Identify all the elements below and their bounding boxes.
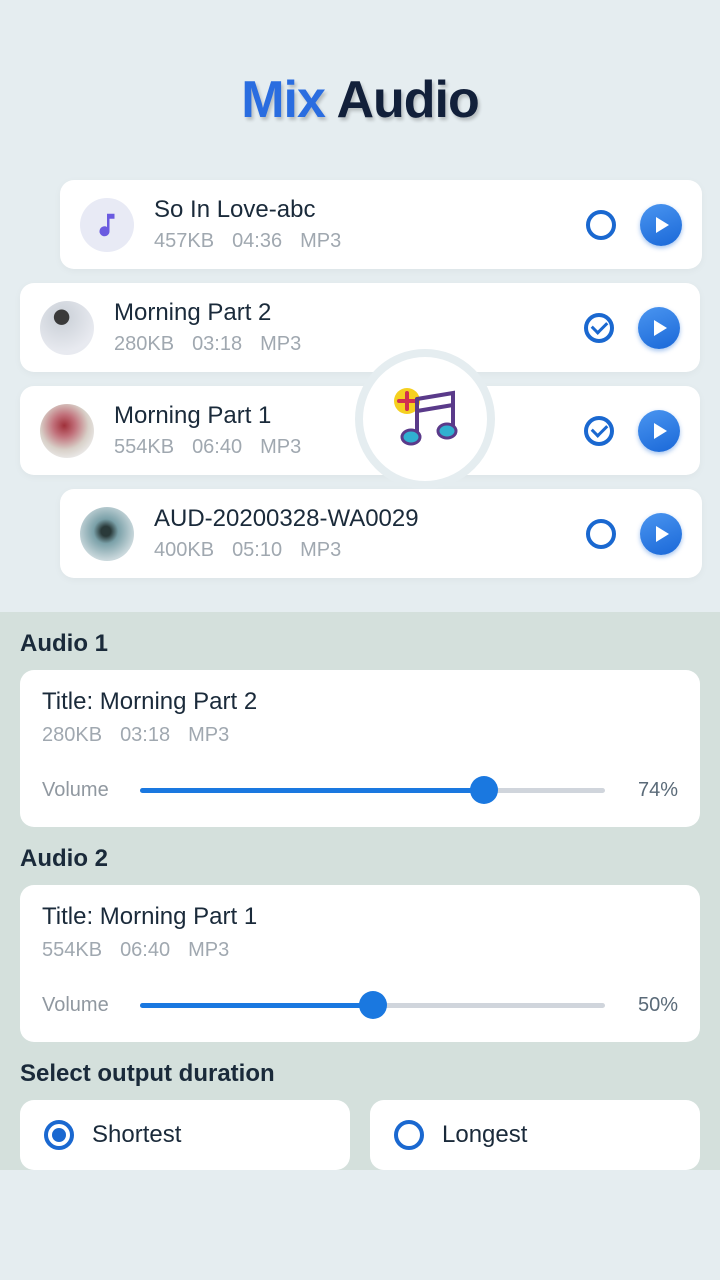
audio1-card: Title: Morning Part 2 280KB03:18MP3 Volu… bbox=[20, 670, 700, 827]
play-button[interactable] bbox=[640, 513, 682, 555]
radio-selected-icon bbox=[44, 1120, 74, 1150]
track-meta: 554KB06:40MP3 bbox=[114, 436, 584, 459]
track-row[interactable]: AUD-20200328-WA0029 400KB05:10MP3 bbox=[60, 489, 702, 578]
track-meta: 457KB04:36MP3 bbox=[154, 230, 586, 253]
track-row[interactable]: So In Love-abc 457KB04:36MP3 bbox=[60, 180, 702, 269]
duration-shortest-option[interactable]: Shortest bbox=[20, 1100, 350, 1170]
track-list: So In Love-abc 457KB04:36MP3 Morning Par… bbox=[0, 180, 720, 578]
volume-label: Volume bbox=[42, 779, 122, 802]
play-button[interactable] bbox=[640, 204, 682, 246]
music-note-icon bbox=[80, 198, 134, 252]
add-music-button[interactable] bbox=[355, 349, 495, 489]
track-title: Morning Part 1 bbox=[114, 402, 584, 430]
volume-value: 50% bbox=[623, 994, 678, 1017]
select-check-icon[interactable] bbox=[584, 313, 614, 343]
audio2-title: Title: Morning Part 1 bbox=[42, 903, 678, 931]
track-title: Morning Part 2 bbox=[114, 299, 584, 327]
audio2-label: Audio 2 bbox=[20, 845, 700, 873]
volume-slider[interactable] bbox=[140, 775, 605, 805]
volume-value: 74% bbox=[623, 779, 678, 802]
track-title: AUD-20200328-WA0029 bbox=[154, 505, 586, 533]
track-meta: 280KB03:18MP3 bbox=[114, 333, 584, 356]
track-thumbnail bbox=[40, 404, 94, 458]
audio2-meta: 554KB06:40MP3 bbox=[42, 939, 678, 962]
track-title: So In Love-abc bbox=[154, 196, 586, 224]
duration-label: Select output duration bbox=[20, 1060, 700, 1088]
volume-label: Volume bbox=[42, 994, 122, 1017]
play-button[interactable] bbox=[638, 307, 680, 349]
track-thumbnail bbox=[40, 301, 94, 355]
play-button[interactable] bbox=[638, 410, 680, 452]
volume-slider[interactable] bbox=[140, 990, 605, 1020]
select-circle-icon[interactable] bbox=[586, 519, 616, 549]
audio1-title: Title: Morning Part 2 bbox=[42, 688, 678, 716]
select-check-icon[interactable] bbox=[584, 416, 614, 446]
audio1-label: Audio 1 bbox=[20, 630, 700, 658]
audio2-card: Title: Morning Part 1 554KB06:40MP3 Volu… bbox=[20, 885, 700, 1042]
track-thumbnail bbox=[80, 507, 134, 561]
track-meta: 400KB05:10MP3 bbox=[154, 539, 586, 562]
track-row[interactable]: Morning Part 2 280KB03:18MP3 bbox=[20, 283, 700, 372]
duration-longest-option[interactable]: Longest bbox=[370, 1100, 700, 1170]
select-circle-icon[interactable] bbox=[586, 210, 616, 240]
radio-unselected-icon bbox=[394, 1120, 424, 1150]
audio1-meta: 280KB03:18MP3 bbox=[42, 724, 678, 747]
page-title: Mix Audio bbox=[0, 0, 720, 180]
